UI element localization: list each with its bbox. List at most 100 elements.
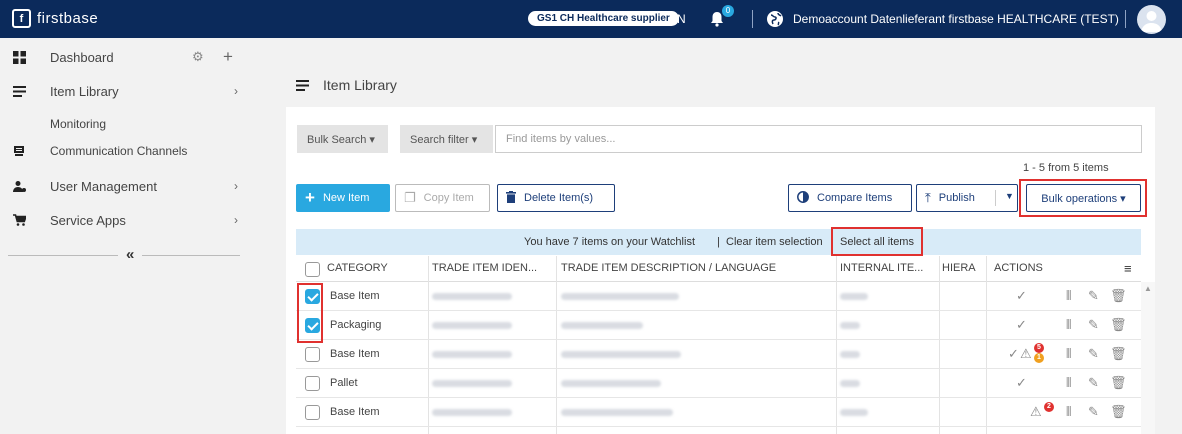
search-filter-button[interactable]: Search filter ▾ <box>400 125 493 153</box>
library-icon[interactable]: ⫴ <box>1066 288 1071 304</box>
column-header-category[interactable]: CATEGORY <box>327 262 388 274</box>
plus-icon[interactable]: + <box>223 47 233 67</box>
menu-icon[interactable]: ≡ <box>1124 261 1132 276</box>
bulk-search-button[interactable]: Bulk Search ▾ <box>297 125 388 153</box>
redacted-value <box>432 293 512 300</box>
trash-icon[interactable]: 🗑 <box>1110 317 1127 333</box>
trash-icon[interactable]: 🗑 <box>1110 404 1127 420</box>
table-row[interactable]: Packaging ✓ ⫴ ✎ 🗑 <box>296 311 1141 340</box>
sidebar-item-communication-channels[interactable]: Communication Channels <box>0 140 256 162</box>
redacted-value <box>840 293 868 300</box>
sidebar-item-label: Dashboard <box>50 49 114 65</box>
sidebar-collapse[interactable]: « <box>8 245 240 265</box>
library-icon[interactable]: ⫴ <box>1066 346 1071 362</box>
page-title-text: Item Library <box>323 77 397 93</box>
sidebar-item-service-apps[interactable]: Service Apps › <box>0 209 256 231</box>
publish-button[interactable]: ⤒ Publish ▼ <box>916 184 1018 212</box>
copy-item-button[interactable]: ❐ Copy Item <box>395 184 490 212</box>
highlight-box <box>1019 179 1147 217</box>
firstbase-logo[interactable]: f firstbase <box>12 9 98 28</box>
button-label: Copy Item <box>423 192 474 204</box>
redacted-value <box>840 380 860 387</box>
scrollbar[interactable]: ▲ <box>1141 282 1155 434</box>
column-header-actions: ACTIONS <box>994 262 1043 274</box>
redacted-value <box>561 293 679 300</box>
trash-icon[interactable]: 🗑 <box>1110 288 1127 304</box>
clear-selection-link[interactable]: Clear item selection <box>726 236 823 248</box>
chevron-right-icon: › <box>234 179 238 193</box>
account-name[interactable]: Demoaccount Datenlieferant firstbase HEA… <box>793 12 1119 26</box>
divider <box>1125 10 1126 28</box>
table-row[interactable]: Base Item ✓ ⚠ 5 1 ⫴ ✎ 🗑 <box>296 340 1141 369</box>
error-count-badge: 2 <box>1044 402 1054 412</box>
search-bar: Bulk Search ▾ Search filter ▾ <box>297 125 1142 153</box>
sidebar: Dashboard ⚙ + Item Library › Monitoring … <box>0 38 256 434</box>
sidebar-item-item-library[interactable]: Item Library › <box>0 80 256 102</box>
new-item-button[interactable]: + New Item <box>296 184 390 212</box>
divider <box>142 255 240 256</box>
gear-icon[interactable]: ⚙ <box>192 49 204 65</box>
column-header-description[interactable]: TRADE ITEM DESCRIPTION / LANGUAGE <box>561 262 776 274</box>
column-header-internal[interactable]: INTERNAL ITE... <box>840 262 923 274</box>
redacted-value <box>840 409 868 416</box>
delete-items-button[interactable]: Delete Item(s) <box>497 184 615 212</box>
redacted-value <box>432 409 512 416</box>
redacted-value <box>561 409 673 416</box>
edit-icon[interactable]: ✎ <box>1088 317 1099 333</box>
role-badge[interactable]: GS1 CH Healthcare supplier <box>528 11 679 26</box>
table-header: CATEGORY TRADE ITEM IDEN... TRADE ITEM D… <box>296 256 1141 282</box>
library-icon[interactable]: ⫴ <box>1066 404 1071 420</box>
scroll-up-icon[interactable]: ▲ <box>1144 284 1152 293</box>
trash-icon[interactable]: 🗑 <box>1110 375 1127 391</box>
compare-items-button[interactable]: Compare Items <box>788 184 912 212</box>
column-header-trade-item-id[interactable]: TRADE ITEM IDEN... <box>432 262 537 274</box>
divider <box>8 255 118 256</box>
caret-down-icon[interactable]: ▼ <box>1005 191 1014 201</box>
column-header-hierarchy[interactable]: HIERA <box>942 262 976 274</box>
watchlist-bar: You have 7 items on your Watchlist | Cle… <box>296 229 1141 255</box>
button-label: Publish <box>938 192 975 204</box>
check-icon: ✓ <box>1008 346 1019 361</box>
cart-icon <box>12 213 26 227</box>
table-row[interactable]: Pallet ✓ ⫴ ✎ 🗑 <box>296 369 1141 398</box>
library-icon[interactable]: ⫴ <box>1066 375 1071 391</box>
row-checkbox[interactable] <box>305 405 320 420</box>
warning-icon[interactable]: ⚠ <box>1030 404 1042 420</box>
library-icon[interactable]: ⫴ <box>1066 317 1071 333</box>
category-cell: Packaging <box>330 319 382 331</box>
language-selector[interactable]: EN <box>669 12 686 26</box>
edit-icon[interactable]: ✎ <box>1088 346 1099 362</box>
grid-icon <box>12 50 26 64</box>
select-all-checkbox[interactable] <box>305 262 320 277</box>
button-label: Delete Item(s) <box>524 192 594 204</box>
list-icon <box>12 84 26 98</box>
redacted-value <box>561 322 643 329</box>
globe-icon[interactable] <box>766 10 784 28</box>
upload-icon: ⤒ <box>925 190 931 205</box>
redacted-value <box>561 380 661 387</box>
divider <box>995 190 996 206</box>
table-row[interactable]: Base Item ✓ ⫴ ✎ 🗑 <box>296 282 1141 311</box>
search-input[interactable] <box>495 125 1142 153</box>
avatar[interactable] <box>1137 5 1166 34</box>
page-title: Item Library <box>296 77 397 93</box>
redacted-value <box>840 322 860 329</box>
category-cell: Base Item <box>330 290 380 302</box>
row-checkbox[interactable] <box>305 376 320 391</box>
collapse-icon: « <box>126 246 135 263</box>
edit-icon[interactable]: ✎ <box>1088 375 1099 391</box>
edit-icon[interactable]: ✎ <box>1088 404 1099 420</box>
sidebar-item-label: Service Apps <box>50 212 126 228</box>
warning-icon[interactable]: ⚠ <box>1020 346 1032 362</box>
sidebar-item-user-management[interactable]: User Management › <box>0 175 256 197</box>
sidebar-item-monitoring[interactable]: Monitoring <box>0 113 256 135</box>
table-row[interactable]: Base Item ⚠ 2 ⫴ ✎ 🗑 <box>296 398 1141 427</box>
row-checkbox[interactable] <box>305 347 320 362</box>
edit-icon[interactable]: ✎ <box>1088 288 1099 304</box>
trash-icon[interactable]: 🗑 <box>1110 346 1127 362</box>
sidebar-item-dashboard[interactable]: Dashboard ⚙ + <box>0 46 256 68</box>
sidebar-item-label: Monitoring <box>50 117 107 131</box>
chevron-right-icon: › <box>234 84 238 98</box>
logo-mark: f <box>12 9 31 28</box>
button-label: Compare Items <box>817 192 893 204</box>
